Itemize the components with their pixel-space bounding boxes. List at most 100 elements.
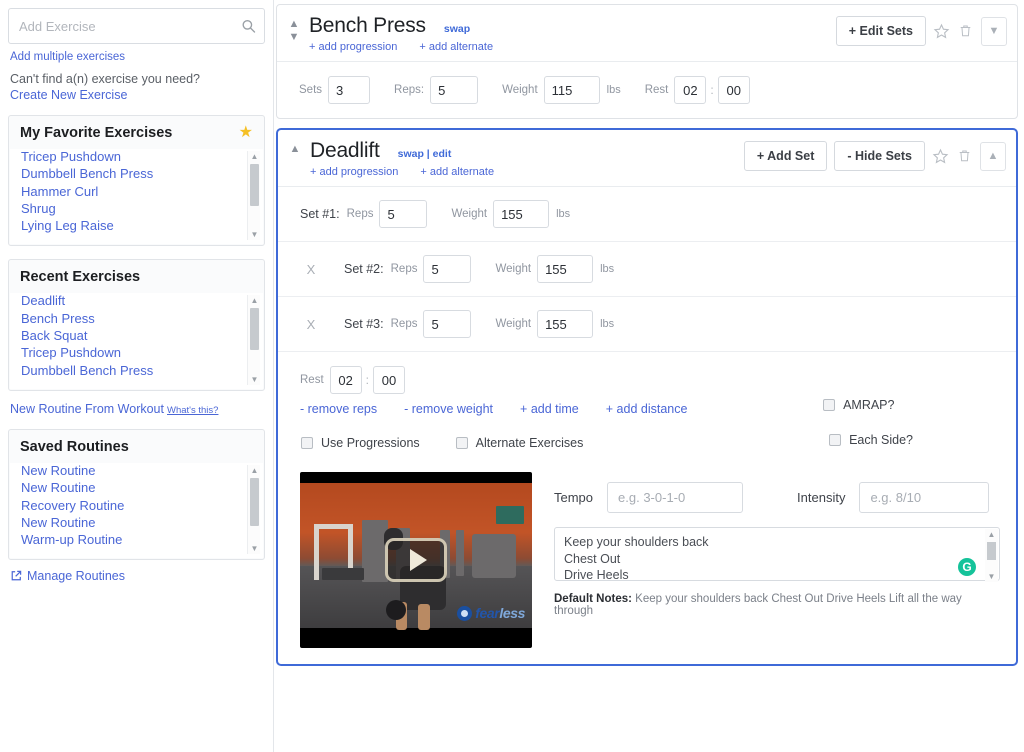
trash-icon[interactable] — [957, 22, 974, 40]
scrollbar-thumb[interactable] — [250, 477, 259, 526]
scroll-down-icon[interactable]: ▼ — [248, 374, 261, 385]
favorite-item-link[interactable]: Hammer Curl — [21, 184, 98, 199]
chevron-down-icon[interactable]: ▼ — [285, 31, 303, 44]
star-outline-icon[interactable] — [932, 147, 949, 165]
routine-item-link[interactable]: New Routine — [21, 515, 95, 530]
reorder-controls[interactable]: ▲ ▼ — [285, 14, 303, 44]
star-outline-icon[interactable] — [933, 22, 950, 40]
remove-reps-link[interactable]: - remove reps — [300, 402, 377, 416]
collapse-card-button[interactable]: ▼ — [981, 16, 1007, 46]
list-item[interactable]: Dumbbell Bench Press — [21, 363, 252, 380]
list-item[interactable]: Dumbbell Bench Press — [21, 166, 252, 183]
routine-item-link[interactable]: Recovery Routine — [21, 498, 124, 513]
amrap-row[interactable]: AMRAP? — [823, 398, 913, 412]
list-item[interactable]: Recovery Routine — [21, 498, 252, 515]
list-item[interactable]: Shrug — [21, 201, 252, 218]
intensity-input[interactable] — [859, 482, 990, 513]
routine-item-link[interactable]: New Routine — [21, 463, 95, 478]
rest-minutes-input[interactable] — [674, 76, 707, 104]
list-item[interactable]: Lying Leg Raise — [21, 218, 252, 235]
chevron-up-icon[interactable]: ▲ — [286, 143, 304, 156]
alternate-exercises-row[interactable]: Alternate Exercises — [455, 436, 583, 450]
list-item[interactable]: Tricep Pushdown — [21, 149, 252, 166]
list-item[interactable]: New Routine — [21, 463, 252, 480]
add-multiple-exercises-link[interactable]: Add multiple exercises — [10, 51, 265, 63]
rest-seconds-input[interactable] — [717, 76, 750, 104]
add-time-link[interactable]: + add time — [520, 402, 579, 416]
scrollbar-thumb[interactable] — [987, 542, 996, 560]
sets-input[interactable] — [328, 76, 371, 104]
tempo-input[interactable] — [607, 482, 744, 513]
recent-item-link[interactable]: Back Squat — [21, 328, 88, 343]
recent-item-link[interactable]: Tricep Pushdown — [21, 345, 121, 360]
hide-sets-button[interactable]: - Hide Sets — [834, 141, 925, 171]
trash-icon[interactable] — [956, 147, 973, 165]
search-input[interactable] — [8, 8, 265, 44]
routine-item-link[interactable]: New Routine — [21, 480, 95, 495]
rest-seconds-input[interactable] — [373, 366, 405, 394]
create-new-exercise-link[interactable]: Create New Exercise — [10, 88, 127, 102]
chevron-up-icon[interactable]: ▲ — [285, 18, 303, 31]
whats-this-link[interactable]: What's this? — [167, 405, 218, 416]
notes-scrollbar[interactable]: ▲ ▼ — [985, 529, 998, 582]
scroll-up-icon[interactable]: ▲ — [248, 151, 261, 162]
saved-routines-scrollbar[interactable]: ▲ ▼ — [247, 464, 261, 555]
routine-item-link[interactable]: Warm-up Routine — [21, 532, 122, 547]
list-item[interactable]: Tricep Pushdown — [21, 345, 252, 362]
recent-item-link[interactable]: Bench Press — [21, 311, 95, 326]
favorite-item-link[interactable]: Dumbbell Bench Press — [21, 166, 153, 181]
scroll-down-icon[interactable]: ▼ — [248, 229, 261, 240]
add-progression-link[interactable]: + add progression — [310, 166, 398, 178]
grammarly-icon[interactable]: G — [958, 558, 976, 576]
remove-weight-link[interactable]: - remove weight — [404, 402, 493, 416]
add-set-button[interactable]: + Add Set — [743, 141, 828, 171]
each-side-row[interactable]: Each Side? — [829, 433, 913, 447]
manage-routines-link[interactable]: Manage Routines — [27, 569, 125, 583]
set-weight-input[interactable] — [537, 255, 594, 283]
alternate-exercises-checkbox[interactable] — [455, 437, 468, 449]
remove-set-button[interactable]: X — [300, 317, 322, 332]
collapse-card-button[interactable]: ▲ — [980, 141, 1006, 171]
use-progressions-checkbox[interactable] — [301, 437, 313, 449]
manage-routines-row[interactable]: Manage Routines — [10, 569, 265, 583]
edit-link[interactable]: edit — [433, 148, 452, 160]
list-item[interactable]: Deadlift — [21, 293, 252, 310]
set-weight-input[interactable] — [537, 310, 594, 338]
reorder-controls[interactable]: ▲ — [286, 139, 304, 156]
set-reps-input[interactable] — [423, 255, 472, 283]
edit-sets-button[interactable]: + Edit Sets — [835, 16, 926, 46]
list-item[interactable]: New Routine — [21, 515, 252, 532]
swap-link[interactable]: swap — [398, 148, 424, 160]
remove-set-button[interactable]: X — [300, 262, 322, 277]
recent-scrollbar[interactable]: ▲ ▼ — [247, 295, 261, 385]
reps-input[interactable] — [430, 76, 479, 104]
add-alternate-link[interactable]: + add alternate — [419, 41, 493, 53]
new-routine-from-workout-link[interactable]: New Routine From Workout — [10, 402, 164, 416]
set-reps-input[interactable] — [423, 310, 472, 338]
add-distance-link[interactable]: + add distance — [606, 402, 688, 416]
list-item[interactable]: New Routine — [21, 480, 252, 497]
scrollbar-thumb[interactable] — [250, 308, 259, 351]
favorite-item-link[interactable]: Lying Leg Raise — [21, 218, 114, 233]
add-progression-link[interactable]: + add progression — [309, 41, 397, 53]
exercise-video-thumbnail[interactable]: fearless — [300, 472, 532, 648]
use-progressions-row[interactable]: Use Progressions — [301, 436, 420, 450]
each-side-checkbox[interactable] — [829, 434, 842, 446]
notes-textarea[interactable]: Keep your shoulders back Chest Out Drive… — [554, 527, 1000, 581]
scroll-down-icon[interactable]: ▼ — [248, 543, 261, 554]
list-item[interactable]: Hammer Curl — [21, 184, 252, 201]
swap-link[interactable]: swap — [444, 23, 470, 35]
favorite-item-link[interactable]: Shrug — [21, 201, 56, 216]
recent-item-link[interactable]: Dumbbell Bench Press — [21, 363, 153, 378]
list-item[interactable]: Warm-up Routine — [21, 532, 252, 549]
list-item[interactable]: Bench Press — [21, 311, 252, 328]
rest-minutes-input[interactable] — [329, 366, 362, 394]
play-button-icon[interactable] — [385, 538, 447, 582]
add-alternate-link[interactable]: + add alternate — [420, 166, 494, 178]
scroll-up-icon[interactable]: ▲ — [248, 295, 261, 306]
scroll-down-icon[interactable]: ▼ — [985, 571, 998, 582]
amrap-checkbox[interactable] — [823, 399, 836, 411]
set-reps-input[interactable] — [379, 200, 428, 228]
scrollbar-thumb[interactable] — [250, 164, 259, 206]
favorites-scrollbar[interactable]: ▲ ▼ — [247, 151, 261, 241]
